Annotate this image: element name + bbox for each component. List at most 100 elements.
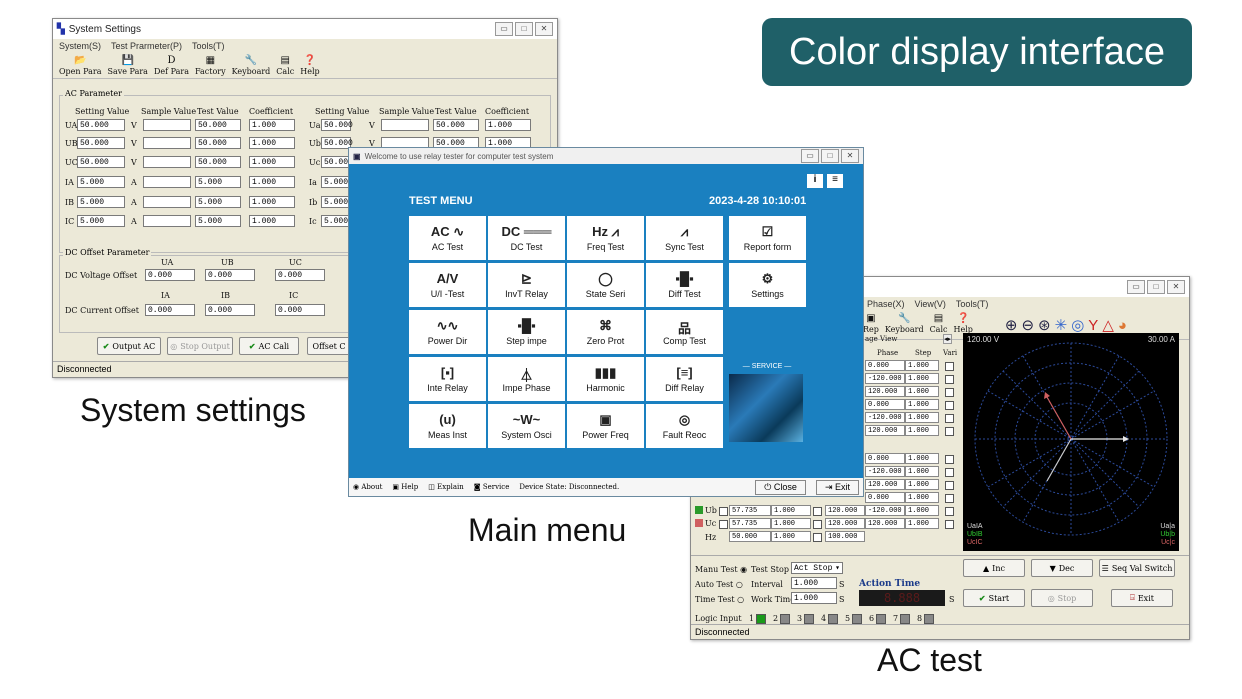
setting-value-input[interactable]: 5.000 bbox=[77, 176, 125, 188]
minimize-button[interactable]: ▭ bbox=[801, 149, 819, 163]
menu-tile-inte-relay[interactable]: [▪] Inte Relay bbox=[409, 357, 486, 401]
vari-checkbox[interactable] bbox=[945, 375, 954, 384]
menu-tile-impe-phase[interactable]: ⏃ Impe Phase bbox=[488, 357, 565, 401]
coefficient-input[interactable]: 1.000 bbox=[249, 156, 295, 168]
stop-output-button[interactable]: ◎ Stop Output bbox=[167, 337, 233, 355]
menu-tile-meas-inst[interactable]: (u) Meas Inst bbox=[409, 404, 486, 448]
step-input[interactable]: 1.000 bbox=[905, 425, 939, 436]
menu-list-icon[interactable]: ≡ bbox=[827, 174, 843, 188]
hz-vari-checkbox[interactable] bbox=[813, 533, 822, 542]
factory-button[interactable]: ▦ Factory bbox=[195, 55, 226, 76]
vari-checkbox[interactable] bbox=[945, 388, 954, 397]
info-icon[interactable]: i bbox=[807, 174, 823, 188]
hz-frequency[interactable]: 100.000 bbox=[825, 531, 865, 542]
zoom-in-icon[interactable]: ⊕ bbox=[1005, 316, 1018, 334]
test-value-input[interactable]: 50.000 bbox=[195, 137, 241, 149]
uc-checkbox[interactable] bbox=[719, 520, 728, 529]
menu-tile-step-impe[interactable]: ▪█▪ Step impe bbox=[488, 310, 565, 354]
ub-vari-checkbox[interactable] bbox=[813, 507, 822, 516]
ub-frequency[interactable]: 120.000 bbox=[825, 505, 865, 516]
menu-tile-diff-test[interactable]: ▪█▪ Diff Test bbox=[646, 263, 723, 307]
coefficient-input[interactable]: 1.000 bbox=[249, 176, 295, 188]
zoom-fit-icon[interactable]: ⊛ bbox=[1038, 316, 1051, 334]
setting-value-input[interactable]: 50.000 bbox=[321, 156, 353, 168]
vari-checkbox[interactable] bbox=[945, 427, 954, 436]
menu-phase[interactable]: Phase(X) bbox=[867, 299, 905, 309]
ub-checkbox[interactable] bbox=[719, 507, 728, 516]
keyboard-button[interactable]: 🔧 Keyboard bbox=[885, 313, 924, 337]
about-link[interactable]: ◉ About bbox=[353, 483, 382, 491]
menu-tile-comp-test[interactable]: 品 Comp Test bbox=[646, 310, 723, 354]
step-input[interactable]: 1.000 bbox=[905, 373, 939, 384]
phase-input[interactable]: 0.000 bbox=[865, 492, 905, 503]
coefficient-input[interactable]: 1.000 bbox=[249, 215, 295, 227]
hz-step[interactable]: 1.000 bbox=[771, 531, 811, 542]
exit-app-button[interactable]: ⇥ Exit bbox=[815, 479, 859, 495]
setting-value-input[interactable]: 50.000 bbox=[77, 119, 125, 131]
open-para-button[interactable]: 📂 Open Para bbox=[59, 55, 102, 76]
menu-tile-harmonic[interactable]: ▮▮▮ Harmonic bbox=[567, 357, 644, 401]
menu-tile-ac-test[interactable]: AC ∿ AC Test bbox=[409, 216, 486, 260]
offset-cali-button[interactable]: Offset C bbox=[307, 337, 351, 355]
def-para-button[interactable]: D Def Para bbox=[154, 55, 189, 76]
test-value-input[interactable]: 50.000 bbox=[195, 156, 241, 168]
dc-current-ic-input[interactable]: 0.000 bbox=[275, 304, 325, 316]
sample-value-input[interactable] bbox=[143, 215, 191, 227]
uc-phase-vari-checkbox[interactable] bbox=[945, 520, 954, 529]
stop-button[interactable]: ◎ Stop bbox=[1031, 589, 1093, 607]
service-panel[interactable]: — SERVICE — bbox=[729, 363, 805, 449]
close-button[interactable]: ✕ bbox=[1167, 280, 1185, 294]
phase-input[interactable]: 120.000 bbox=[865, 386, 905, 397]
menu-tile-diff-relay[interactable]: [≡] Diff Relay bbox=[646, 357, 723, 401]
phase-input[interactable]: -120.000 bbox=[865, 466, 905, 477]
sample-value-input[interactable] bbox=[381, 119, 429, 131]
close-button[interactable]: ✕ bbox=[535, 22, 553, 36]
phase-input[interactable]: -120.000 bbox=[865, 412, 905, 423]
vari-checkbox[interactable] bbox=[945, 401, 954, 410]
menu-tile-settings[interactable]: ⚙ Settings bbox=[729, 263, 806, 307]
step-input[interactable]: 1.000 bbox=[905, 479, 939, 490]
close-app-button[interactable]: ⏻ Close bbox=[755, 479, 806, 495]
menu-system[interactable]: System(S) bbox=[59, 41, 101, 51]
maximize-button[interactable]: □ bbox=[1147, 280, 1165, 294]
uc-vari-checkbox[interactable] bbox=[813, 520, 822, 529]
ac-cali-button[interactable]: ✔ AC Cali bbox=[239, 337, 299, 355]
phase-input[interactable]: 0.000 bbox=[865, 399, 905, 410]
interval-input[interactable]: 1.000 bbox=[791, 577, 837, 589]
dc-current-ib-input[interactable]: 0.000 bbox=[205, 304, 255, 316]
maximize-button[interactable]: □ bbox=[515, 22, 533, 36]
menu-tile-report-form[interactable]: ☑ Report form bbox=[729, 216, 806, 260]
uc-phase[interactable]: 120.000 bbox=[865, 518, 905, 529]
uc-amplitude[interactable]: 57.735 bbox=[729, 518, 771, 529]
menu-tile-power-freq[interactable]: ▣ Power Freq bbox=[567, 404, 644, 448]
menu-tile-fault-reoc[interactable]: ◎ Fault Reoc bbox=[646, 404, 723, 448]
setting-value-input[interactable]: 50.000 bbox=[77, 156, 125, 168]
menu-test-parameter[interactable]: Test Prarmeter(P) bbox=[111, 41, 182, 51]
dec-button[interactable]: ▼ Dec bbox=[1031, 559, 1093, 577]
test-value-input[interactable]: 5.000 bbox=[195, 176, 241, 188]
setting-value-input[interactable]: 5.000 bbox=[321, 215, 351, 227]
coefficient-input[interactable]: 1.000 bbox=[249, 196, 295, 208]
menu-tile-power-dir[interactable]: ∿∿ Power Dir bbox=[409, 310, 486, 354]
setting-value-input[interactable]: 5.000 bbox=[77, 215, 125, 227]
hz-value[interactable]: 50.000 bbox=[729, 531, 771, 542]
menu-tile-state-seri[interactable]: ◯ State Seri bbox=[567, 263, 644, 307]
test-value-input[interactable]: 50.000 bbox=[433, 119, 479, 131]
output-ac-button[interactable]: ✔ Output AC bbox=[97, 337, 161, 355]
menu-tools[interactable]: Tools(T) bbox=[956, 299, 989, 309]
setting-value-input[interactable]: 5.000 bbox=[321, 176, 351, 188]
manu-test-radio[interactable]: Manu Test ◉ bbox=[695, 565, 747, 574]
coefficient-input[interactable]: 1.000 bbox=[249, 137, 295, 149]
save-para-button[interactable]: 💾 Save Para bbox=[108, 55, 148, 76]
sample-value-input[interactable] bbox=[143, 176, 191, 188]
step-input[interactable]: 1.000 bbox=[905, 492, 939, 503]
uc-frequency[interactable]: 120.000 bbox=[825, 518, 865, 529]
vari-checkbox[interactable] bbox=[945, 481, 954, 490]
help-link[interactable]: ▣ Help bbox=[392, 483, 418, 491]
menu-tools[interactable]: Tools(T) bbox=[192, 41, 225, 51]
ub-amp-step[interactable]: 1.000 bbox=[771, 505, 811, 516]
setting-value-input[interactable]: 50.000 bbox=[321, 119, 353, 131]
act-stop-select[interactable]: Act Stop ▾ bbox=[791, 562, 843, 574]
ub-phase-step[interactable]: 1.000 bbox=[905, 505, 939, 516]
start-button[interactable]: ✔ Start bbox=[963, 589, 1025, 607]
